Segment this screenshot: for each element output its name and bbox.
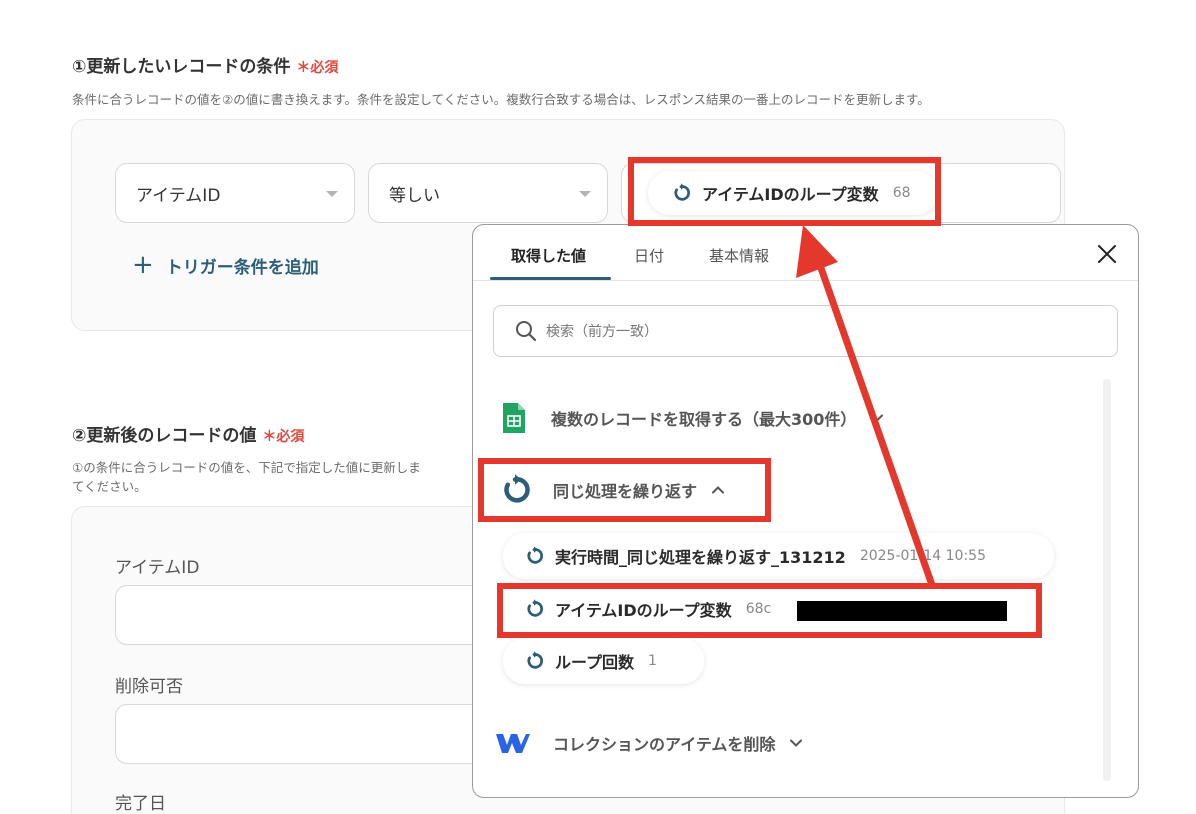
chevron-down-icon <box>871 414 884 422</box>
required-badge: ＊必須 <box>296 60 339 76</box>
loop-icon <box>527 651 543 669</box>
search-input[interactable]: 検索（前方一致） <box>493 305 1118 357</box>
loop-item-label: 実行時間_同じ処理を繰り返す_131212 <box>555 548 846 567</box>
plus-icon: + <box>132 250 154 280</box>
operator-select[interactable]: 等しい <box>368 163 608 223</box>
group-delete-collection-item[interactable]: コレクションのアイテムを削除 <box>495 731 803 755</box>
group-delete-collection-item-label: コレクションのアイテムを削除 <box>553 735 776 754</box>
field-label-item-id: アイテムID <box>115 558 200 578</box>
tab-date[interactable]: 日付 <box>634 245 664 266</box>
scrollbar[interactable] <box>1103 379 1111 781</box>
section1-title-text: ①更新したいレコードの条件 <box>72 57 291 77</box>
item-id-input[interactable] <box>115 585 515 645</box>
section2-title: ②更新後のレコードの値 ＊必須 <box>72 421 304 446</box>
loop-item-value: 1 <box>648 653 657 669</box>
chevron-down-icon <box>790 739 803 747</box>
popup-tabs: 取得した値 日付 基本情報 <box>473 225 1138 281</box>
deletable-input[interactable] <box>115 704 515 764</box>
loop-item-execution-time[interactable]: 実行時間_同じ処理を繰り返す_131212 2025-01-14 10:55 <box>503 533 1054 579</box>
section1-title: ①更新したいレコードの条件 ＊必須 <box>72 52 338 77</box>
search-placeholder: 検索（前方一致） <box>546 324 658 340</box>
highlight-repeat-group <box>478 458 771 522</box>
group-get-records[interactable]: 複数のレコードを取得する（最大300件） <box>501 401 884 435</box>
operator-select-value: 等しい <box>389 185 440 206</box>
field-select[interactable]: アイテムID <box>115 163 355 223</box>
spreadsheet-icon <box>503 403 525 433</box>
loop-item-label: ループ回数 <box>555 653 635 672</box>
field-label-completion-date: 完了日 <box>115 794 166 814</box>
section2-description-line2: てください。 <box>72 479 147 494</box>
caret-down-icon <box>326 191 338 197</box>
field-select-value: アイテムID <box>136 185 221 206</box>
section2-title-text: ②更新後のレコードの値 <box>72 426 257 446</box>
field-label-deletable: 削除可否 <box>115 677 183 697</box>
webflow-icon <box>496 734 530 753</box>
section2-description-line1: ①の条件に合うレコードの値を、下記で指定した値に更新しま <box>72 460 421 475</box>
highlight-value-chip <box>628 157 941 226</box>
active-tab-indicator <box>490 277 611 280</box>
group-get-records-label: 複数のレコードを取得する（最大300件） <box>551 410 857 429</box>
add-condition-button[interactable]: + トリガー条件を追加 <box>132 252 319 278</box>
close-icon[interactable] <box>1096 243 1118 265</box>
search-icon <box>516 321 537 342</box>
caret-down-icon <box>579 191 591 197</box>
loop-item-value: 2025-01-14 10:55 <box>859 548 986 564</box>
loop-icon <box>527 546 543 564</box>
highlight-item-id-variable <box>497 583 1042 638</box>
add-condition-label: トリガー条件を追加 <box>165 257 319 278</box>
tab-basic-info[interactable]: 基本情報 <box>709 245 769 266</box>
loop-item-loop-count[interactable]: ループ回数 1 <box>503 638 704 684</box>
required-badge: ＊必須 <box>262 429 305 445</box>
section1-description: 条件に合うレコードの値を②の値に書き換えます。条件を設定してください。複数行合致… <box>72 92 930 107</box>
tab-acquired-values[interactable]: 取得した値 <box>511 245 586 266</box>
